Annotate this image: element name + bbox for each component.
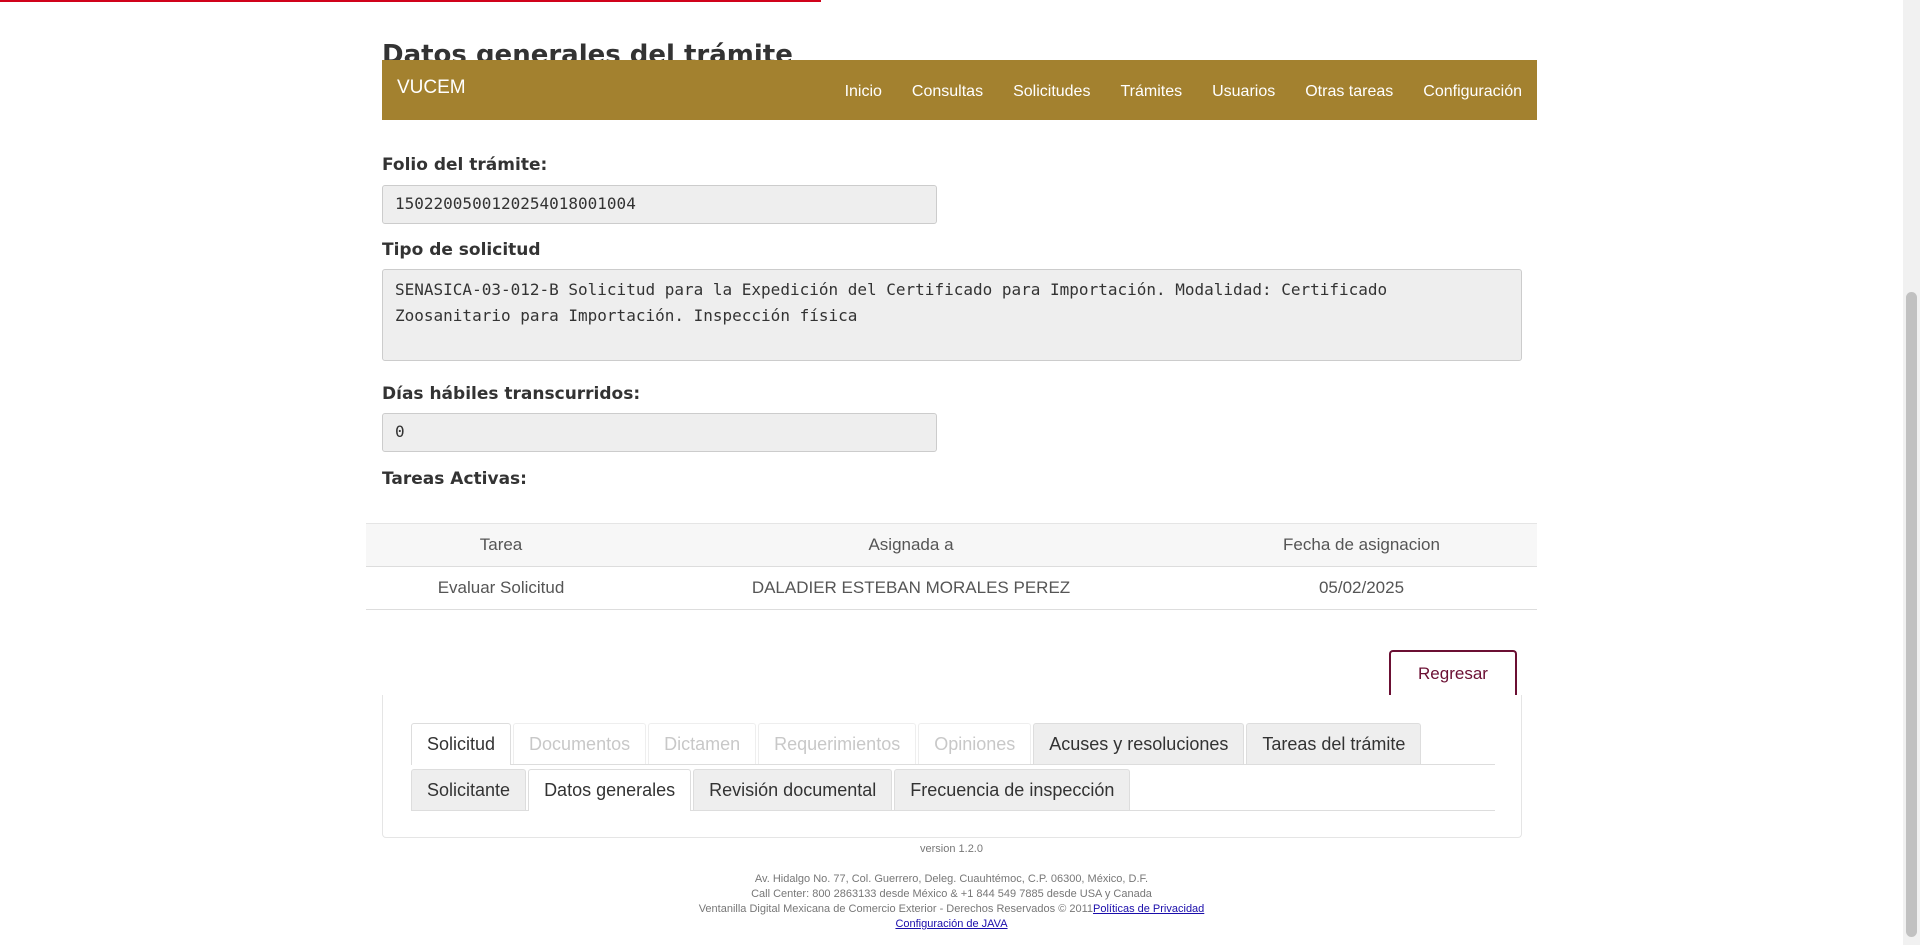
- top-navbar: VUCEM Inicio Consultas Solicitudes Trámi…: [382, 60, 1537, 120]
- tab-tareas-tramite[interactable]: Tareas del trámite: [1246, 723, 1422, 764]
- tab-row-primary: Solicitud Documentos Dictamen Requerimie…: [411, 719, 1495, 765]
- nav-item-usuarios[interactable]: Usuarios: [1197, 83, 1290, 101]
- table-header-row: Tarea Asignada a Fecha de asignacion: [366, 523, 1537, 567]
- table-row[interactable]: Evaluar Solicitud DALADIER ESTEBAN MORAL…: [366, 566, 1537, 610]
- tipo-solicitud-label: Tipo de solicitud: [382, 240, 541, 260]
- scrollbar-thumb[interactable]: [1906, 292, 1917, 937]
- footer-rights-line: Ventanilla Digital Mexicana de Comercio …: [0, 903, 1903, 915]
- tipo-solicitud-field[interactable]: SENASICA-03-012-B Solicitud para la Expe…: [382, 269, 1522, 361]
- dias-habiles-field[interactable]: 0: [382, 413, 937, 452]
- column-header-tarea: Tarea: [479, 535, 523, 554]
- folio-field[interactable]: 1502200500120254018001004: [382, 185, 937, 224]
- tab-requerimientos: Requerimientos: [758, 723, 917, 764]
- footer-call-center: Call Center: 800 2863133 desde México & …: [751, 888, 1152, 900]
- tab-opiniones: Opiniones: [918, 723, 1032, 764]
- folio-label: Folio del trámite:: [382, 155, 548, 175]
- tab-acuses-resoluciones[interactable]: Acuses y resoluciones: [1033, 723, 1245, 764]
- column-header-asignada: Asignada a: [868, 535, 954, 554]
- tab-solicitud[interactable]: Solicitud: [411, 723, 512, 765]
- tasks-table: Tarea Asignada a Fecha de asignacion Eva…: [366, 523, 1537, 610]
- dias-habiles-label: Días hábiles transcurridos:: [382, 384, 641, 404]
- tareas-activas-label: Tareas Activas:: [382, 469, 527, 489]
- tab-frecuencia-inspeccion[interactable]: Frecuencia de inspección: [894, 769, 1131, 810]
- tab-datos-generales[interactable]: Datos generales: [528, 769, 692, 811]
- nav-item-otras-tareas[interactable]: Otras tareas: [1290, 83, 1408, 101]
- footer-address: Av. Hidalgo No. 77, Col. Guerrero, Deleg…: [754, 873, 1149, 885]
- cell-asignada: DALADIER ESTEBAN MORALES PEREZ: [636, 566, 1186, 610]
- nav-item-solicitudes[interactable]: Solicitudes: [998, 83, 1105, 101]
- vertical-scrollbar[interactable]: [1903, 0, 1920, 945]
- column-header-fecha: Fecha de asignacion: [1283, 535, 1440, 554]
- tab-dictamen: Dictamen: [648, 723, 757, 764]
- nav-item-inicio[interactable]: Inicio: [830, 83, 897, 101]
- nav-menu: Inicio Consultas Solicitudes Trámites Us…: [830, 83, 1522, 101]
- privacy-policy-link[interactable]: Políticas de Privacidad: [1093, 903, 1204, 915]
- page-loading-bar: [0, 0, 821, 2]
- java-config-link[interactable]: Configuración de JAVA: [895, 918, 1007, 930]
- nav-item-configuracion[interactable]: Configuración: [1408, 83, 1522, 101]
- cell-tarea: Evaluar Solicitud: [366, 566, 636, 610]
- footer-java-line: Configuración de JAVA: [0, 918, 1903, 930]
- brand-logo[interactable]: VUCEM: [397, 77, 466, 99]
- tab-solicitante[interactable]: Solicitante: [411, 769, 527, 810]
- nav-item-consultas[interactable]: Consultas: [897, 83, 998, 101]
- tabs-panel: Solicitud Documentos Dictamen Requerimie…: [382, 695, 1522, 838]
- tab-revision-documental[interactable]: Revisión documental: [693, 769, 893, 810]
- regresar-button[interactable]: Regresar: [1389, 650, 1517, 696]
- footer-rights: Ventanilla Digital Mexicana de Comercio …: [698, 903, 1094, 915]
- tab-row-secondary: Solicitante Datos generales Revisión doc…: [411, 765, 1495, 811]
- nav-item-tramites[interactable]: Trámites: [1105, 83, 1197, 101]
- cell-fecha: 05/02/2025: [1186, 566, 1537, 610]
- footer-version: version 1.2.0: [920, 843, 983, 855]
- tab-documentos: Documentos: [513, 723, 647, 764]
